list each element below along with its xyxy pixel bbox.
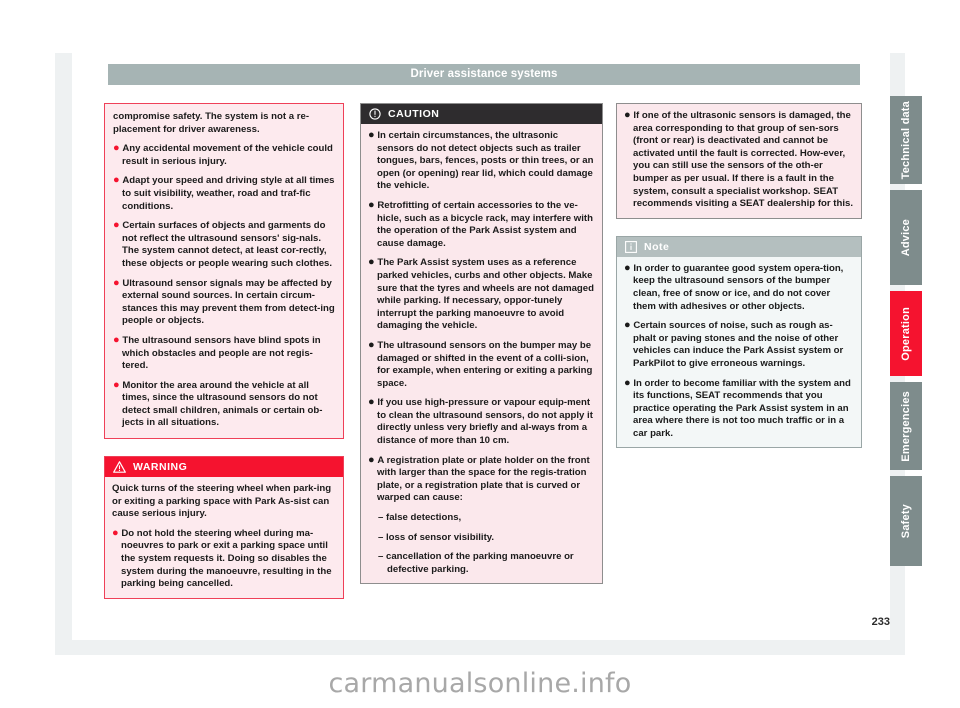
bullet-text: Retrofitting of certain accessories to t… [377, 199, 593, 249]
column-right: ● If one of the ultrasonic sensors is da… [616, 103, 862, 465]
bullet-item: ● If you use high-pressure or vapour equ… [368, 397, 595, 447]
bullet-item: ● Any accidental movement of the vehicle… [113, 143, 335, 168]
bullet-dot-icon: ● [624, 261, 631, 274]
warning-box: WARNING Quick turns of the steering whee… [104, 456, 344, 599]
sidebar-tab-label: Operation [900, 306, 912, 361]
bullet-text: Monitor the area around the vehicle at a… [122, 379, 323, 429]
dash-item: – loss of sensor visibility. [378, 531, 495, 543]
warning-triangle-icon [113, 461, 126, 473]
bullet-text: A registration plate or plate holder on … [377, 454, 590, 504]
bullet-dot-icon: ● [368, 396, 375, 409]
bullet-dot-icon: ● [368, 198, 375, 211]
bullet-dot-icon: ● [368, 256, 375, 269]
bullet-text: In order to guarantee good system opera-… [633, 262, 844, 312]
bullet-text: In certain circumstances, the ultrasonic… [377, 130, 594, 192]
sidebar-tab-emergencies[interactable]: Emergencies [890, 382, 922, 470]
sidebar-tab-label: Safety [900, 503, 912, 539]
note-box-title: Note [644, 240, 670, 253]
caution-continued-box: ● If one of the ultrasonic sensors is da… [616, 103, 862, 219]
bullet-dot-icon: ● [368, 129, 375, 141]
bullet-item: ● Adapt your speed and driving style at … [113, 175, 335, 213]
sidebar-tab-technical-data[interactable]: Technical data [890, 96, 922, 184]
bullet-text: Do not hold the steering wheel during ma… [121, 527, 332, 590]
warning-continued-body: compromise safety. The system is not a r… [105, 104, 343, 438]
pdf-viewer: Driver assistance systems compromise saf… [0, 0, 960, 708]
paragraph: Quick turns of the steering wheel when p… [112, 483, 332, 520]
watermark-text: carmanualsonline.info [328, 668, 632, 699]
bullet-text: Adapt your speed and driving style at al… [122, 175, 335, 212]
bullet-item: ● If one of the ultrasonic sensors is da… [624, 110, 854, 211]
bullet-item: ● Monitor the area around the vehicle at… [113, 378, 335, 430]
bullet-dot-icon: ● [368, 338, 375, 351]
page-title: Driver assistance systems [410, 68, 558, 80]
bullet-item: ● In certain circumstances, the ultrason… [368, 130, 595, 193]
warning-box-body: Quick turns of the steering wheel when p… [105, 477, 343, 598]
bullet-item: ● The ultrasound sensors have blind spot… [113, 333, 335, 373]
dash-item: – false detections, [378, 512, 462, 524]
bullet-dot-icon: ● [112, 526, 119, 539]
bullet-text: The Park Assist system uses as a referen… [377, 257, 594, 332]
bullet-text: If you use high-pressure or vapour equip… [377, 397, 593, 447]
sidebar-tab-operation[interactable]: Operation [890, 291, 922, 376]
bullet-item: ● The Park Assist system uses as a refer… [368, 257, 595, 333]
bullet-item: ● Certain surfaces of objects and garmen… [113, 220, 335, 270]
page-number: 233 [871, 616, 890, 628]
bullet-dot-icon: ● [368, 453, 375, 466]
bullet-dot-icon: ● [113, 219, 120, 232]
bullet-item: ● A registration plate or plate holder o… [368, 453, 595, 505]
bullet-dot-icon: ● [113, 174, 120, 187]
note-box: Note ● In order to guarantee good system… [616, 235, 862, 449]
bullet-dot-icon: ● [624, 109, 631, 121]
dash-item: – cancellation of the parking manoeuvre … [378, 551, 574, 575]
caution-continued-body: ● If one of the ultrasonic sensors is da… [617, 104, 861, 218]
exclamation-circle-icon [369, 108, 381, 120]
bullet-text: In order to become familiar with the sys… [633, 377, 851, 439]
bullet-dot-icon: ● [113, 333, 120, 346]
caution-box-header: CAUTION [361, 104, 602, 124]
sidebar-tab-label: Technical data [900, 100, 912, 180]
sidebar-tab-label: Advice [900, 218, 912, 257]
bullet-dot-icon: ● [113, 142, 120, 155]
warning-box-header: WARNING [105, 457, 343, 478]
bullet-item: ● Certain sources of noise, such as roug… [624, 320, 854, 370]
warning-box-title: WARNING [133, 461, 188, 474]
warning-continued-box: compromise safety. The system is not a r… [104, 103, 344, 440]
column-middle: CAUTION ● In certain circumstances, the … [360, 103, 603, 601]
caution-box-title: CAUTION [388, 108, 440, 120]
bullet-item: ● The ultrasound sensors on the bumper m… [368, 338, 595, 390]
bullet-text: Any accidental movement of the vehicle c… [122, 143, 333, 167]
bullet-item: ● Do not hold the steering wheel during … [112, 526, 336, 591]
paragraph: compromise safety. The system is not a r… [113, 111, 310, 135]
bullet-text: If one of the ultrasonic sensors is dama… [633, 110, 853, 210]
note-box-header: Note [617, 236, 861, 257]
bullet-text: Certain surfaces of objects and garments… [122, 220, 333, 269]
sidebar-tab-label: Emergencies [900, 390, 912, 462]
bullet-dot-icon: ● [624, 319, 631, 332]
sidebar-tab-safety[interactable]: Safety [890, 476, 922, 566]
bullet-text: The ultrasound sensors on the bumper may… [377, 339, 593, 389]
note-box-body: ● In order to guarantee good system oper… [617, 257, 861, 448]
column-left: compromise safety. The system is not a r… [104, 103, 344, 616]
dash-text: false detections, [386, 512, 462, 524]
caution-box: CAUTION ● In certain circumstances, the … [360, 103, 603, 585]
bullet-item: ● In order to become familiar with the s… [624, 376, 854, 441]
sidebar-tab-advice[interactable]: Advice [890, 190, 922, 285]
bullet-dot-icon: ● [624, 376, 631, 389]
bullet-text: Ultrasound sensor signals may be affecte… [122, 277, 335, 327]
dash-text: cancellation of the parking manoeuvre or… [386, 551, 574, 575]
caution-box-body: ● In certain circumstances, the ultrason… [361, 124, 602, 583]
bullet-text: Certain sources of noise, such as rough … [633, 320, 844, 369]
dash-text: loss of sensor visibility. [386, 531, 495, 543]
bullet-item: ● Retrofitting of certain accessories to… [368, 198, 595, 250]
bullet-text: The ultrasound sensors have blind spots … [122, 334, 321, 372]
bullet-item: ● Ultrasound sensor signals may be affec… [113, 276, 335, 328]
bullet-item: ● In order to guarantee good system oper… [624, 261, 854, 313]
section-tabs: Technical data Advice Operation Emergenc… [890, 96, 922, 572]
bullet-dot-icon: ● [113, 378, 120, 391]
bullet-dot-icon: ● [113, 276, 120, 289]
info-square-icon [625, 240, 637, 253]
